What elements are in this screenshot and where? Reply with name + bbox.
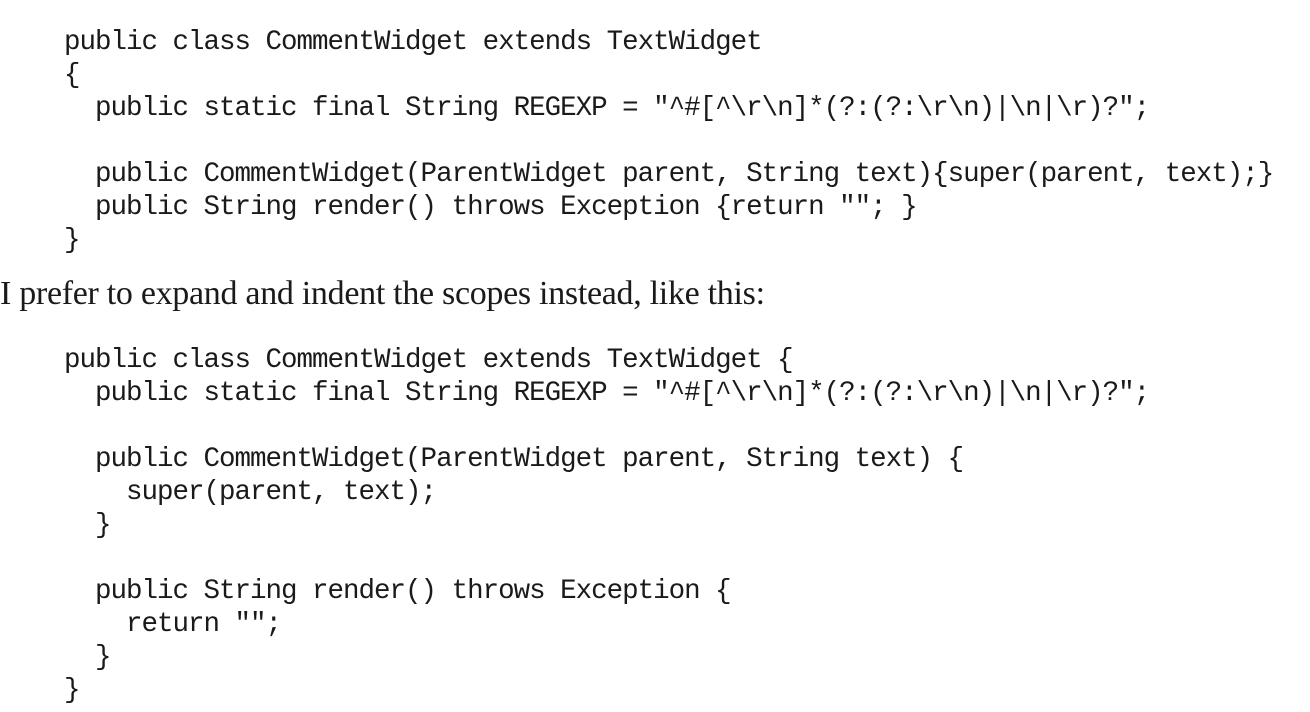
code-line: return ""; bbox=[64, 609, 282, 640]
code-line: } bbox=[64, 642, 112, 673]
code-line: public CommentWidget(ParentWidget parent… bbox=[64, 159, 1274, 190]
code-line: public static final String REGEXP = "^#[… bbox=[64, 378, 1150, 409]
body-paragraph: I prefer to expand and indent the scopes… bbox=[0, 275, 765, 312]
code-line: super(parent, text); bbox=[64, 477, 437, 508]
code-line: } bbox=[64, 225, 81, 256]
code-block-expanded: public class CommentWidget extends TextW… bbox=[64, 344, 1150, 707]
code-line: } bbox=[64, 510, 112, 541]
code-line: } bbox=[64, 675, 81, 706]
code-line: public static final String REGEXP = "^#[… bbox=[64, 93, 1150, 124]
code-line: { bbox=[64, 60, 81, 91]
code-line: public String render() throws Exception … bbox=[64, 576, 732, 607]
code-line: public class CommentWidget extends TextW… bbox=[64, 345, 794, 376]
code-block-original: public class CommentWidget extends TextW… bbox=[64, 26, 1274, 257]
code-line: public CommentWidget(ParentWidget parent… bbox=[64, 444, 964, 475]
code-line: public String render() throws Exception … bbox=[64, 192, 918, 223]
code-line: public class CommentWidget extends TextW… bbox=[64, 27, 763, 58]
